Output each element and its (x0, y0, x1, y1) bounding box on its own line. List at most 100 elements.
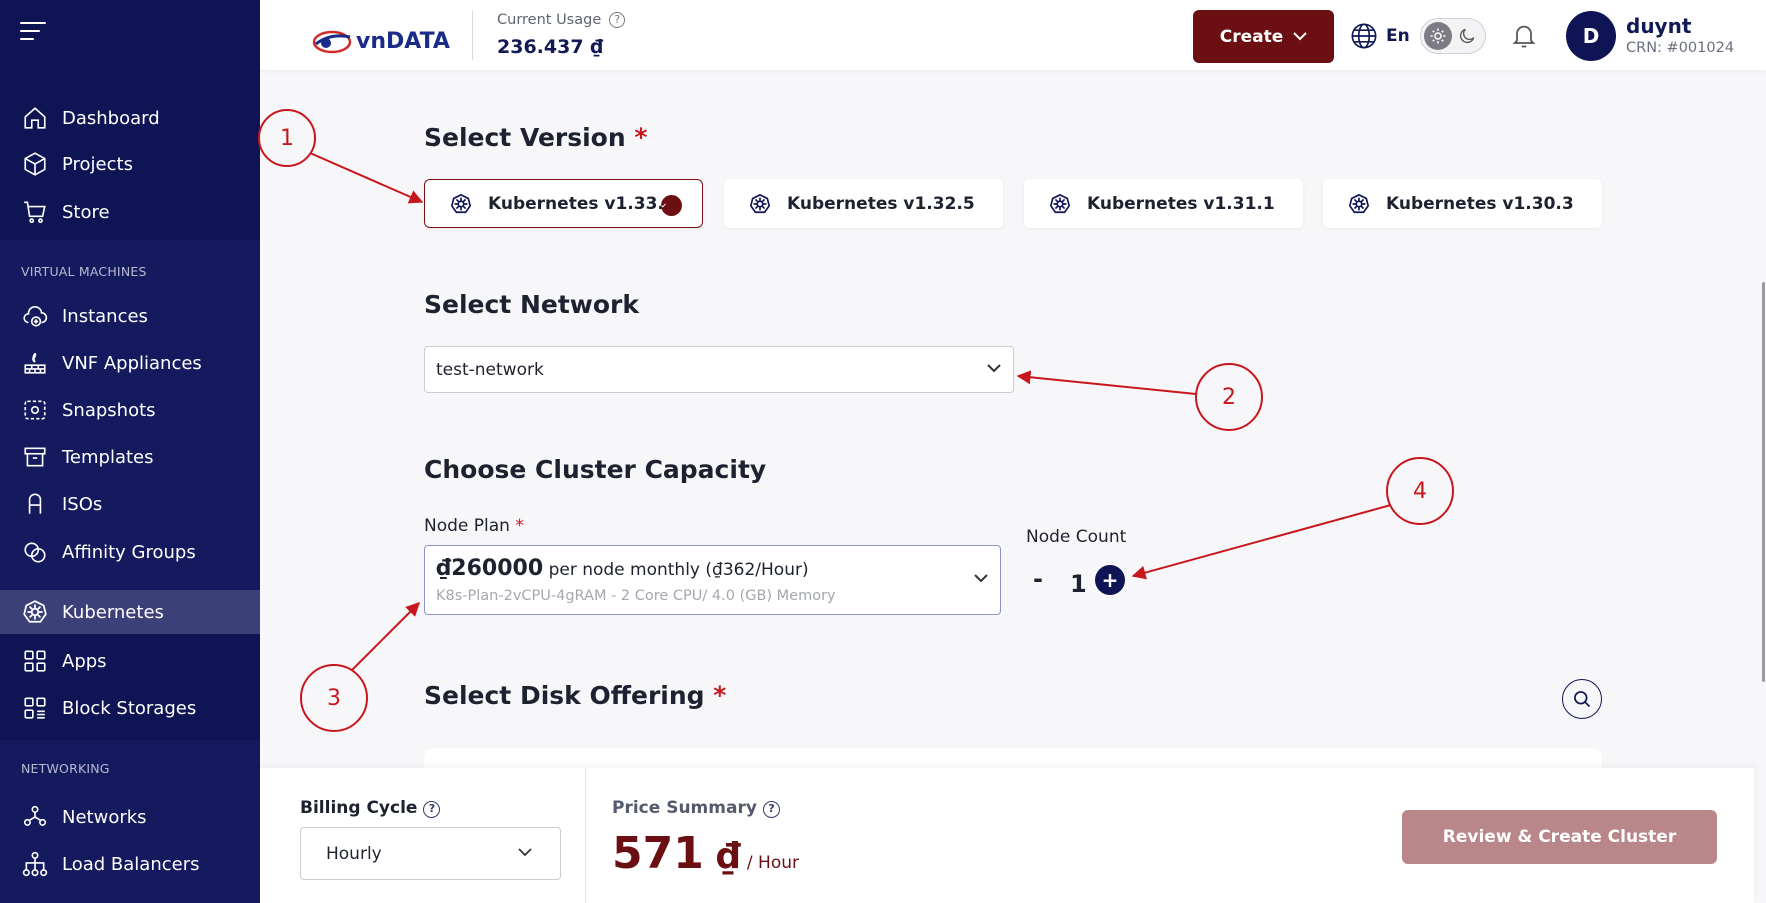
sidebar-item-load-balancers[interactable]: Load Balancers (0, 842, 260, 886)
node-plan-description: K8s-Plan-2vCPU-4gRAM - 2 Core CPU/ 4.0 (… (436, 588, 836, 604)
chevron-down-icon (974, 574, 988, 583)
create-button-label: Create (1219, 26, 1284, 47)
help-icon[interactable]: ? (423, 801, 441, 818)
node-count-value: 1 (1070, 570, 1087, 598)
language-switcher[interactable]: En (1350, 22, 1410, 50)
menu-icon[interactable] (20, 22, 46, 42)
node-plan-select[interactable]: ₫260000 per node monthly (₫362/Hour) K8s… (424, 545, 1001, 615)
sidebar-item-label: Kubernetes (62, 601, 164, 623)
create-button[interactable]: Create (1193, 10, 1334, 63)
version-option-1-30-3[interactable]: Kubernetes v1.30.3 (1323, 179, 1602, 228)
billing-cycle-label-wrap: Billing Cycle? (300, 798, 441, 818)
billing-cycle-label: Billing Cycle (300, 798, 418, 818)
review-create-cluster-button[interactable]: Review & Create Cluster (1402, 810, 1717, 864)
price-amount: 571 (612, 828, 704, 879)
sidebar-item-dashboard[interactable]: Dashboard (0, 96, 260, 140)
header-divider (472, 10, 473, 60)
sidebar-item-vnf-appliances[interactable]: VNF Appliances (0, 341, 260, 385)
node-count-decrement-button[interactable]: - (1033, 565, 1043, 593)
sidebar-item-label: Store (62, 201, 110, 223)
affinity-icon (24, 542, 46, 563)
sidebar-item-label: VNF Appliances (62, 352, 202, 374)
network-icon (23, 805, 47, 826)
billing-cycle-value: Hourly (326, 843, 382, 864)
annotation-number-4: 4 (1413, 478, 1427, 504)
sidebar-item-isos[interactable]: ISOs (0, 482, 260, 526)
chevron-down-icon (518, 847, 532, 856)
required-marker: * (634, 123, 648, 152)
billing-cycle-select[interactable]: Hourly (300, 827, 561, 880)
sidebar-item-apps[interactable]: Apps (0, 639, 260, 683)
node-plan-price: ₫260000 (436, 556, 544, 581)
help-icon[interactable]: ? (762, 801, 780, 818)
section-title-disk: Select Disk Offering * (424, 681, 726, 710)
user-name: duynt (1626, 14, 1692, 38)
moon-icon (1459, 28, 1475, 44)
search-button[interactable] (1562, 679, 1602, 719)
scrollbar-thumb[interactable] (1762, 282, 1765, 682)
footer-divider (585, 768, 586, 903)
sidebar: Dashboard Projects Store VIRTUAL MACHINE… (0, 0, 260, 903)
logo-cloud-icon (312, 30, 352, 54)
section-title-network: Select Network (424, 290, 640, 319)
section-title-capacity: Choose Cluster Capacity (424, 455, 767, 484)
archive-icon (24, 447, 46, 467)
load-balancer-icon (22, 851, 48, 877)
help-icon[interactable]: ? (609, 12, 626, 28)
block-storage-icon (24, 697, 46, 719)
sidebar-item-label: Instances (62, 305, 148, 327)
sidebar-item-label: Projects (62, 153, 133, 175)
sidebar-item-store[interactable]: Store (0, 190, 260, 234)
top-header: vnDATA Current Usage? 236.437 ₫ Create E… (260, 0, 1766, 70)
sidebar-item-instances[interactable]: Instances (0, 294, 260, 338)
chevron-down-icon (1293, 32, 1307, 41)
version-option-1-32-5[interactable]: Kubernetes v1.32.5 (724, 179, 1003, 228)
disk-title-text: Select Disk Offering (424, 681, 705, 710)
annotation-number-3: 3 (327, 685, 341, 711)
usage-label-wrap: Current Usage? (497, 12, 626, 28)
sidebar-item-label: Networks (62, 806, 147, 828)
annotation-arrow-3 (351, 602, 420, 671)
sidebar-item-networks[interactable]: Networks (0, 795, 260, 839)
node-plan-label-wrap: Node Plan * (424, 516, 524, 536)
sidebar-item-label: ISOs (62, 493, 103, 515)
required-marker: * (713, 681, 727, 710)
annotation-number-2: 2 (1222, 384, 1236, 410)
cube-icon (24, 152, 46, 176)
chevron-down-icon (987, 363, 1001, 372)
language-label: En (1386, 26, 1410, 46)
price-summary-value: 571 ₫ / Hour (612, 828, 799, 879)
version-option-1-33-1[interactable]: Kubernetes v1.33.1 (424, 179, 703, 228)
annotation-number-1: 1 (280, 125, 294, 151)
cart-icon (24, 201, 46, 224)
sidebar-item-templates[interactable]: Templates (0, 435, 260, 479)
sidebar-item-projects[interactable]: Projects (0, 142, 260, 186)
node-count-increment-button[interactable]: + (1095, 565, 1125, 595)
snapshot-icon (24, 400, 46, 420)
network-select[interactable]: test-network (424, 346, 1014, 393)
logo-text: vnDATA (356, 28, 450, 54)
version-label: Kubernetes v1.31.1 (1087, 193, 1275, 214)
sidebar-item-block-storages[interactable]: Block Storages (0, 686, 260, 730)
sidebar-item-snapshots[interactable]: Snapshots (0, 388, 260, 432)
usage-value: 236.437 ₫ (497, 36, 604, 58)
node-plan-price-suffix: per node monthly (₫362/Hour) (548, 560, 809, 580)
network-select-value: test-network (436, 359, 544, 380)
disc-icon (28, 493, 42, 514)
vndata-logo[interactable]: vnDATA (312, 27, 450, 55)
kubernetes-icon (1348, 193, 1370, 213)
price-summary-label: Price Summary (612, 798, 757, 818)
version-option-1-31-1[interactable]: Kubernetes v1.31.1 (1024, 179, 1303, 228)
globe-icon (1351, 23, 1377, 49)
annotation-arrow-2 (1016, 370, 1197, 395)
sidebar-item-kubernetes[interactable]: Kubernetes (0, 590, 260, 634)
avatar[interactable]: D (1566, 11, 1616, 61)
home-icon (24, 107, 46, 129)
order-footer: Billing Cycle? Hourly Price Summary? 571… (260, 768, 1754, 903)
required-marker: * (515, 516, 524, 536)
sidebar-item-label: Dashboard (62, 107, 160, 129)
sidebar-item-affinity-groups[interactable]: Affinity Groups (0, 530, 260, 574)
theme-toggle[interactable] (1420, 18, 1486, 54)
bell-icon[interactable] (1510, 22, 1538, 50)
section-label-networking: NETWORKING (21, 761, 110, 776)
